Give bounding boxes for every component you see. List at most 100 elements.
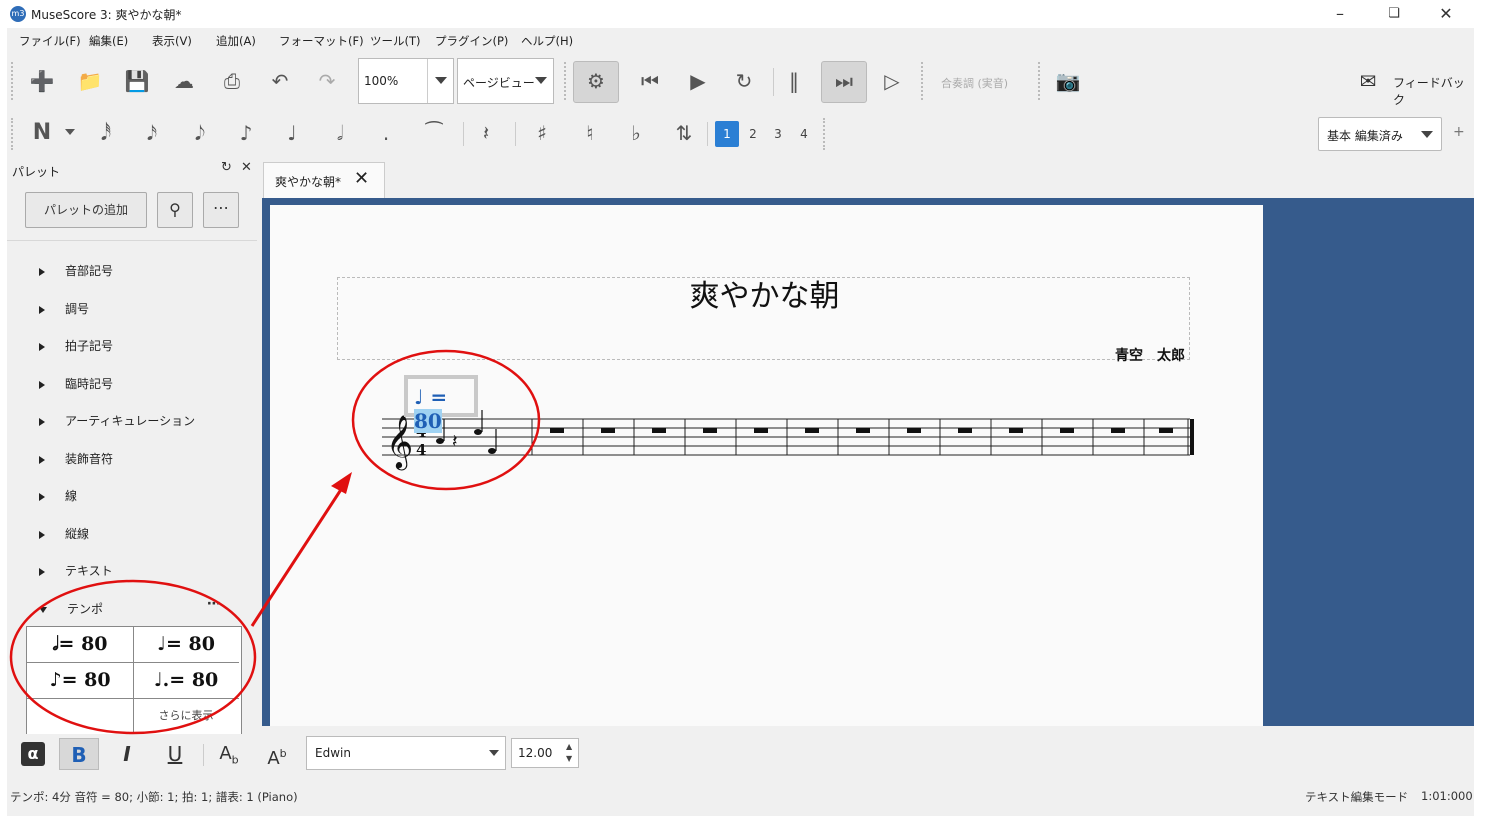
open-folder-icon[interactable]: 📁	[75, 66, 105, 96]
menu-view[interactable]: 表示(V)	[152, 33, 192, 49]
bold-button[interactable]: B	[59, 738, 99, 770]
play-icon[interactable]: ▶	[683, 66, 713, 96]
sharp-icon[interactable]: ♯	[527, 118, 557, 148]
font-family-combo[interactable]: Edwin	[306, 736, 506, 770]
close-icon[interactable]: ✕	[1431, 3, 1461, 25]
workspace-combo[interactable]: 基本 編集済み	[1318, 117, 1442, 151]
close-tab-icon[interactable]: ✕	[354, 168, 369, 189]
palette-category-key-signatures[interactable]: 調号	[39, 300, 89, 317]
palette-category-ornaments[interactable]: 装飾音符	[39, 450, 113, 467]
chevron-down-icon[interactable]	[65, 129, 75, 135]
midi-input-button[interactable]: ⚙	[573, 61, 619, 103]
repeat-icon[interactable]: ‖	[779, 66, 809, 96]
note-64th-icon[interactable]: 𝅘𝅥𝅰	[91, 118, 121, 148]
title-frame[interactable]: 爽やかな朝	[337, 277, 1190, 360]
note-head[interactable]	[436, 438, 444, 444]
tempo-half-80[interactable]: 𝅗𝅥= 80	[27, 627, 134, 663]
loop-icon[interactable]: ↻	[729, 66, 759, 96]
zoom-combo[interactable]: 100%	[358, 58, 454, 104]
note-head[interactable]	[474, 429, 482, 435]
tie-icon[interactable]: ⁀	[419, 118, 449, 148]
tempo-text[interactable]: ♩ = 80	[414, 385, 474, 433]
tempo-selected-value[interactable]: 80	[414, 409, 442, 433]
note-half-icon[interactable]: 𝅗𝅥	[325, 118, 355, 148]
print-icon[interactable]: ⎙	[217, 66, 247, 96]
natural-icon[interactable]: ♮	[575, 118, 605, 148]
note-32nd-icon[interactable]: 𝅘𝅥𝅯	[137, 118, 167, 148]
tempo-dotted-quarter-80[interactable]: ♩.= 80	[133, 663, 239, 699]
tempo-quarter-80[interactable]: ♩= 80	[133, 627, 239, 663]
toolbar-grip[interactable]	[1038, 62, 1043, 100]
flip-direction-icon[interactable]: ⇅	[669, 118, 699, 148]
voice-1-button[interactable]: 1	[715, 121, 739, 147]
redo-icon[interactable]: ↷	[312, 66, 342, 96]
menu-help[interactable]: ヘルプ(H)	[521, 33, 573, 49]
spin-up-icon[interactable]: ▲	[566, 742, 572, 751]
pan-score-button[interactable]: ⏭	[821, 61, 867, 103]
tempo-more-icon[interactable]: ⋯	[207, 596, 221, 612]
toolbar-grip[interactable]	[823, 118, 828, 150]
palette-category-articulations[interactable]: アーティキュレーション	[39, 412, 195, 429]
more-options-icon[interactable]: ⋯	[203, 192, 239, 228]
minimize-icon[interactable]: –	[1325, 3, 1355, 25]
rest-icon[interactable]: 𝄽	[471, 118, 501, 148]
palette-category-lines[interactable]: 線	[39, 487, 77, 504]
italic-button[interactable]: I	[107, 738, 147, 770]
toolbar-grip[interactable]	[921, 62, 926, 100]
note-quarter-icon[interactable]: ♩	[277, 118, 307, 148]
show-more-button[interactable]: さらに表示	[133, 699, 239, 734]
special-chars-icon[interactable]: α	[13, 738, 53, 770]
spin-down-icon[interactable]: ▼	[566, 754, 572, 763]
camera-icon[interactable]: 📷	[1053, 66, 1083, 96]
cloud-upload-icon[interactable]: ☁	[169, 66, 199, 96]
undo-icon[interactable]: ↶	[265, 66, 295, 96]
note-16th-icon[interactable]: 𝅘𝅥𝅮	[185, 118, 215, 148]
menu-add[interactable]: 追加(A)	[216, 33, 256, 49]
view-mode-combo[interactable]: ページビュー	[457, 58, 554, 104]
augmentation-dot-icon[interactable]: .	[371, 118, 401, 148]
note-head[interactable]	[488, 448, 496, 454]
toolbar-grip[interactable]	[11, 118, 16, 150]
menu-tools[interactable]: ツール(T)	[370, 33, 421, 49]
score-composer[interactable]: 青空 太郎	[1115, 345, 1185, 365]
voice-2-button[interactable]: 2	[741, 121, 765, 147]
staff[interactable]: 𝄞 4 4 𝄽	[382, 405, 1197, 475]
tempo-eighth-80[interactable]: ♪= 80	[27, 663, 134, 699]
font-size-spinbox[interactable]: 12.00 ▲ ▼	[511, 738, 579, 768]
note-8th-icon[interactable]: ♪	[231, 118, 261, 148]
palette-category-tempo[interactable]: テンポ	[39, 600, 103, 617]
tempo-text-editor[interactable]: ♩ = 80	[404, 375, 478, 433]
undock-icon[interactable]: ↻	[221, 160, 232, 175]
voice-3-button[interactable]: 3	[766, 121, 790, 147]
close-palette-icon[interactable]: ✕	[241, 160, 252, 175]
flat-icon[interactable]: ♭	[621, 118, 651, 148]
feedback-button[interactable]: フィードバック	[1393, 74, 1474, 108]
score-title[interactable]: 爽やかな朝	[338, 278, 1191, 315]
subscript-button[interactable]: Ab	[209, 738, 249, 770]
superscript-button[interactable]: Ab	[257, 738, 297, 770]
palette-category-accidentals[interactable]: 臨時記号	[39, 375, 113, 392]
restore-icon[interactable]: ❏	[1379, 3, 1409, 25]
menu-plugins[interactable]: プラグイン(P)	[435, 33, 508, 49]
voice-4-button[interactable]: 4	[792, 121, 816, 147]
toolbar-grip[interactable]	[11, 62, 16, 100]
palette-category-clefs[interactable]: 音部記号	[39, 262, 113, 279]
score-tab[interactable]: 爽やかな朝* ✕	[263, 162, 385, 198]
save-icon[interactable]: 💾	[122, 66, 152, 96]
palette-category-text[interactable]: テキスト	[39, 562, 113, 579]
menu-format[interactable]: フォーマット(F)	[279, 33, 364, 49]
menu-edit[interactable]: 編集(E)	[89, 33, 128, 49]
palette-category-time-signatures[interactable]: 拍子記号	[39, 337, 113, 354]
new-file-icon[interactable]: ➕	[27, 66, 57, 96]
note-input-mode-icon[interactable]: N	[27, 118, 57, 148]
toolbar-grip[interactable]	[564, 62, 569, 100]
underline-button[interactable]: U	[155, 738, 195, 770]
add-workspace-icon[interactable]: +	[1453, 124, 1465, 140]
concert-pitch-toggle[interactable]: 合奏調 (実音)	[941, 75, 1008, 91]
metronome-icon[interactable]: ▷	[877, 66, 907, 96]
rewind-icon[interactable]: ⏮	[635, 66, 665, 96]
palette-category-barlines[interactable]: 縦線	[39, 525, 89, 542]
search-icon[interactable]: ⚲	[157, 192, 193, 228]
add-palette-button[interactable]: パレットの追加	[25, 192, 147, 228]
menu-file[interactable]: ファイル(F)	[19, 33, 81, 49]
